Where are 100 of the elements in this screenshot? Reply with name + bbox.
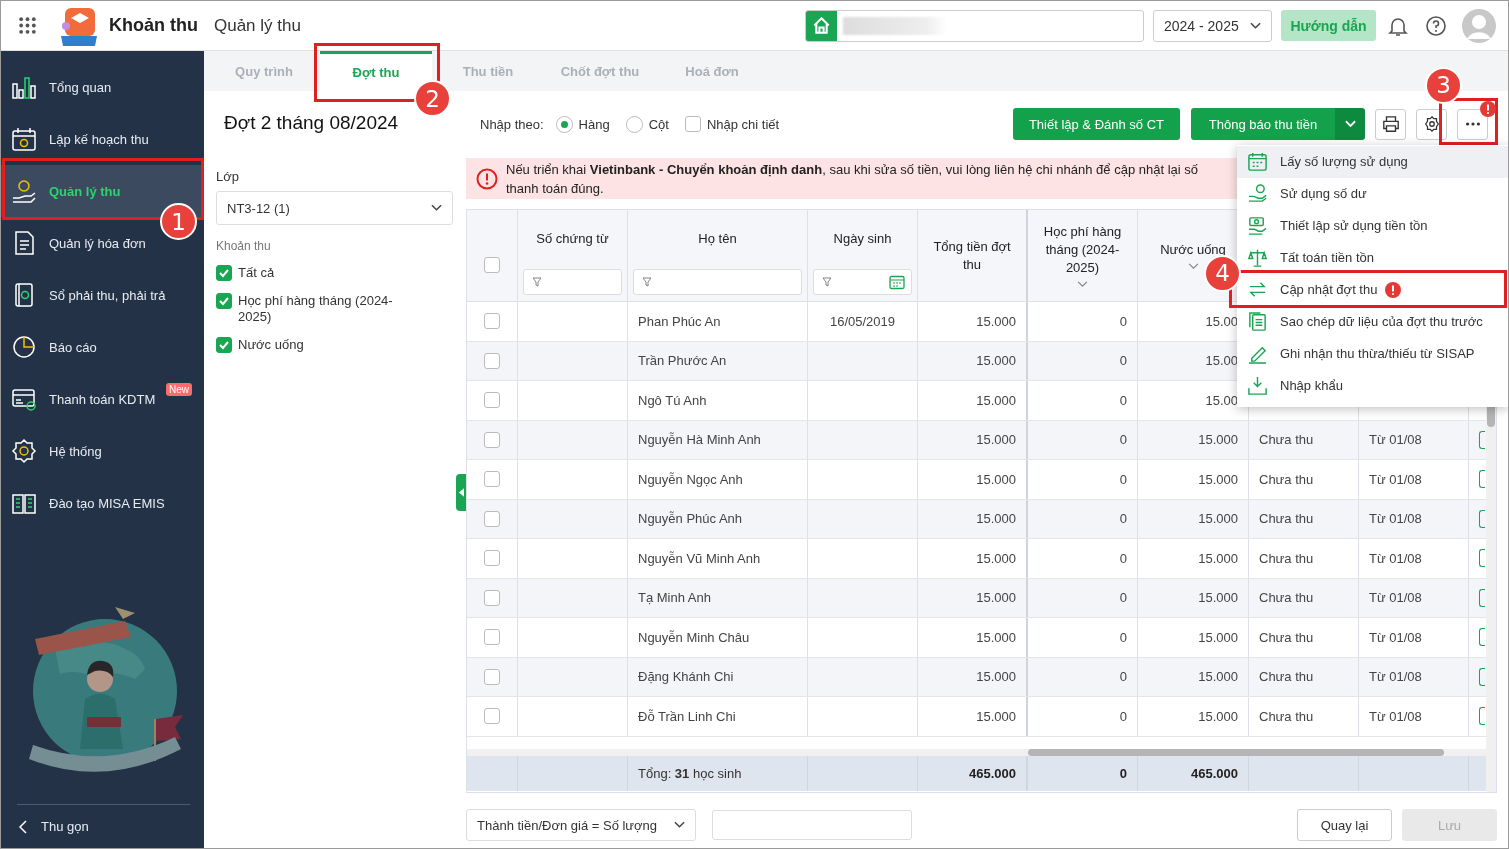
checkbox[interactable]: [484, 313, 500, 330]
column-header[interactable]: Ngày sinh: [833, 230, 892, 248]
filter-icon: [532, 277, 542, 287]
checkbox[interactable]: [684, 116, 701, 132]
checkbox[interactable]: [484, 510, 500, 527]
fee-label: Nước uống: [238, 337, 305, 353]
dropdown-button[interactable]: [1335, 108, 1365, 140]
menu-item[interactable]: Nhập khẩu: [1237, 369, 1508, 402]
class-select[interactable]: NT3-12 (1): [216, 191, 453, 225]
table-cell: 15.000: [1198, 511, 1238, 527]
row-action-icon[interactable]: [1479, 667, 1485, 686]
table-cell: 15.000: [976, 590, 1016, 606]
radio-button[interactable]: [555, 115, 573, 133]
radio-button[interactable]: [625, 115, 643, 133]
input-mode-label: Nhập theo:: [480, 116, 544, 132]
checkbox[interactable]: [484, 550, 500, 567]
app-title: Khoản thu: [109, 15, 198, 36]
settings-icon: [1422, 115, 1441, 133]
nav-item[interactable]: Thanh toán KDTM New: [1, 373, 204, 425]
checkbox[interactable]: [484, 471, 500, 488]
checkbox[interactable]: [484, 629, 500, 646]
row-action-icon[interactable]: [1479, 430, 1485, 449]
row-action-icon[interactable]: [1479, 588, 1485, 607]
table-cell: Chưa thu: [1259, 708, 1314, 724]
checkbox[interactable]: [484, 708, 500, 725]
table-cell: 15.000: [976, 432, 1016, 448]
table-cell: 15.00: [1205, 353, 1238, 369]
column-header[interactable]: Số chứng từ: [536, 230, 609, 248]
collapse-button[interactable]: Thu gọn: [17, 804, 190, 848]
school-field[interactable]: [805, 9, 1144, 42]
year-select[interactable]: 2024 - 2025: [1153, 9, 1272, 42]
column-header[interactable]: Họ tên: [698, 230, 737, 248]
checkbox[interactable]: [484, 392, 500, 409]
collapse-handle[interactable]: [456, 474, 466, 511]
triangle-left-icon: [458, 488, 464, 497]
column-header[interactable]: Tổng tiền đợt thu: [923, 237, 1021, 274]
row-action-icon[interactable]: [1479, 628, 1485, 647]
table-cell: 15.000: [1198, 590, 1238, 606]
chevron-down-icon[interactable]: [1077, 281, 1088, 288]
avatar-icon[interactable]: [1462, 8, 1496, 43]
menu-item[interactable]: Sao chép dữ liệu của đợt thu trước: [1237, 305, 1508, 338]
table-cell: 15.000: [1198, 708, 1238, 724]
table-cell: 15.00: [1205, 313, 1238, 329]
column-header[interactable]: Học phí hàng tháng (2024-2025): [1033, 223, 1132, 277]
row-action-icon[interactable]: [1479, 549, 1485, 568]
checkbox[interactable]: [216, 337, 232, 353]
menu-item[interactable]: Lấy số lượng sử dụng: [1237, 145, 1508, 178]
menu-item[interactable]: Sử dụng số dư: [1237, 177, 1508, 210]
table-cell: Nguyễn Hà Minh Anh: [638, 432, 761, 448]
chevron-down-icon[interactable]: [1187, 263, 1199, 270]
filter-field[interactable]: [813, 269, 912, 295]
table-cell: Chưa thu: [1259, 669, 1314, 685]
nav-item[interactable]: Tổng quan: [1, 61, 204, 113]
table-cell: 15.000: [976, 392, 1016, 408]
menu-item[interactable]: Thiết lập sử dụng tiền tồn: [1237, 209, 1508, 242]
pie-chart-icon: [11, 334, 37, 360]
apps-grid-icon[interactable]: [18, 16, 37, 35]
copy-icon: [1247, 311, 1268, 332]
table-cell: 15.00: [1205, 392, 1238, 408]
formula-select[interactable]: Thành tiền/Đơn giá = Số lượng: [466, 809, 696, 841]
table-cell: 0: [1119, 471, 1127, 487]
print-button[interactable]: [1375, 108, 1406, 140]
checkbox[interactable]: [216, 293, 232, 309]
help-icon[interactable]: [1424, 13, 1448, 38]
checkbox[interactable]: [484, 352, 500, 369]
table-cell: 15.000: [976, 471, 1016, 487]
back-button[interactable]: Quay lại: [1297, 809, 1392, 841]
checkbox[interactable]: [484, 431, 500, 448]
table-cell: Đặng Khánh Chi: [638, 669, 734, 685]
row-action-icon[interactable]: [1479, 470, 1485, 489]
nav-item[interactable]: Báo cáo: [1, 321, 204, 373]
filter-field[interactable]: [523, 269, 622, 295]
checkbox[interactable]: [484, 668, 500, 685]
chevron-left-icon: [19, 819, 27, 834]
nav-item[interactable]: Đào tạo MISA EMIS: [1, 477, 204, 529]
checkbox[interactable]: [484, 589, 500, 606]
table-cell: Nguyễn Vũ Minh Anh: [638, 550, 761, 566]
table-cell: 15.000: [976, 511, 1016, 527]
filter-field[interactable]: [633, 269, 802, 295]
table-cell: Chưa thu: [1259, 590, 1314, 606]
money-hand-icon: [11, 178, 37, 204]
table-cell: 15.000: [976, 708, 1016, 724]
radio-label: Hàng: [578, 116, 610, 132]
checkbox[interactable]: [484, 257, 500, 273]
nav-item[interactable]: Hệ thống: [1, 425, 204, 477]
table-cell: 15.000: [976, 629, 1016, 645]
more-button[interactable]: [1457, 108, 1488, 140]
nav-item[interactable]: Lập kế hoạch thu: [1, 113, 204, 165]
row-action-icon[interactable]: [1479, 707, 1485, 726]
table-cell: 465.000: [1191, 766, 1238, 781]
row-action-icon[interactable]: [1479, 509, 1485, 528]
table-cell: 0: [1119, 708, 1127, 724]
table-cell: 465.000: [969, 766, 1016, 781]
settings-button[interactable]: [1416, 108, 1447, 140]
checkbox[interactable]: [216, 265, 232, 281]
table-cell: Từ 01/08: [1369, 590, 1422, 606]
menu-item[interactable]: Ghi nhận thu thừa/thiếu từ SISAP: [1237, 337, 1508, 370]
scrollbar-thumb[interactable]: [1028, 749, 1444, 756]
input-field[interactable]: [712, 810, 912, 840]
nav-item[interactable]: Sổ phải thu, phải trả: [1, 269, 204, 321]
